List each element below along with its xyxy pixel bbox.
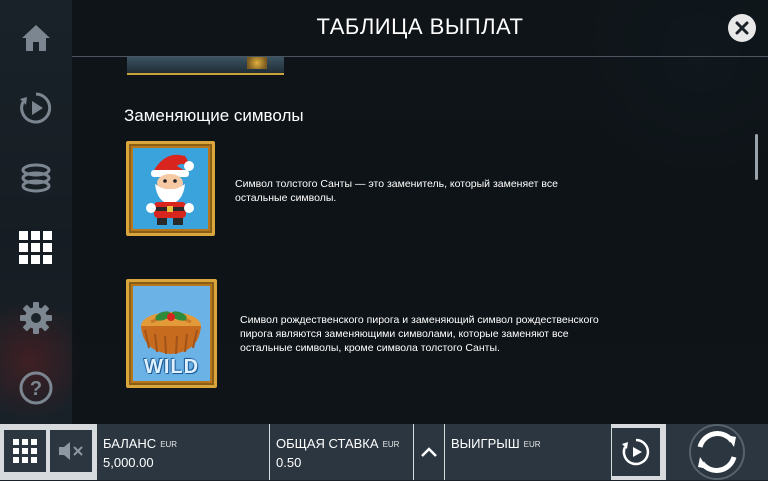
gear-icon: [20, 302, 52, 334]
wild-badge: WILD: [143, 356, 200, 378]
autoplay-icon: [622, 438, 650, 466]
sidebar: ?: [0, 0, 72, 424]
win-field: ВЫИГРЫШ EUR: [445, 424, 611, 480]
spin-icon: [689, 424, 745, 480]
total-bet-value: 0.50: [276, 455, 302, 470]
sound-muted-icon: [59, 442, 83, 460]
grid-icon: [19, 231, 52, 264]
win-currency: EUR: [523, 440, 541, 449]
santa-symbol: [126, 141, 215, 236]
balance-value: 5,000.00: [103, 455, 154, 470]
description-line: Символ толстого Санты — это заменитель, …: [235, 178, 558, 190]
page-title: ТАБЛИЦА ВЫПЛАТ: [316, 14, 524, 39]
description-line: Символ рождественского пирога и заменяющ…: [240, 314, 599, 326]
home-button[interactable]: [14, 16, 58, 60]
section-title: Заменяющие символы: [124, 106, 304, 125]
settings-button[interactable]: [14, 296, 58, 340]
bet-up-button[interactable]: [414, 424, 444, 480]
grid-icon: [13, 439, 37, 463]
menu-button[interactable]: [4, 430, 46, 472]
close-button[interactable]: [728, 14, 756, 42]
svg-text:?: ?: [30, 378, 42, 400]
balance-label: БАЛАНС: [103, 436, 157, 451]
total-bet-field: ОБЩАЯ СТАВКА EUR 0.50: [270, 424, 413, 480]
sound-toggle-button[interactable]: [50, 430, 92, 472]
balance-currency: EUR: [160, 440, 178, 449]
previous-symbol-image: [127, 57, 284, 75]
pie-description: Символ рождественского пирога и заменяющ…: [240, 313, 670, 355]
close-icon: [735, 21, 749, 35]
autoplay-icon: [20, 92, 52, 124]
chevron-up-icon: [421, 447, 437, 457]
santa-description: Символ толстого Санты — это заменитель, …: [235, 177, 655, 205]
bet-button[interactable]: [14, 156, 58, 200]
home-icon: [22, 25, 50, 51]
question-icon: ?: [19, 371, 53, 405]
autoplay-button[interactable]: [14, 86, 58, 130]
coins-icon: [21, 163, 51, 193]
scrollbar[interactable]: [755, 134, 758, 180]
christmas-pie-wild-symbol: WILD: [126, 279, 217, 388]
total-bet-currency: EUR: [382, 440, 400, 449]
description-line: остальные символы, кроме символа толстог…: [240, 342, 500, 354]
description-line: пирога являются заменяющими символами, к…: [240, 328, 569, 340]
paytable-panel: ТАБЛИЦА ВЫПЛАТ Заменяющие символы Символ…: [72, 0, 768, 424]
help-button[interactable]: ?: [14, 366, 58, 410]
win-label: ВЫИГРЫШ: [451, 436, 520, 451]
description-line: остальные символы.: [235, 192, 337, 204]
paytable-button[interactable]: [14, 226, 58, 270]
balance-field: БАЛАНС EUR 5,000.00: [97, 424, 269, 480]
total-bet-label: ОБЩАЯ СТАВКА: [276, 436, 379, 451]
spin-button[interactable]: [666, 424, 768, 480]
autoplay-quick-button[interactable]: [612, 428, 660, 476]
